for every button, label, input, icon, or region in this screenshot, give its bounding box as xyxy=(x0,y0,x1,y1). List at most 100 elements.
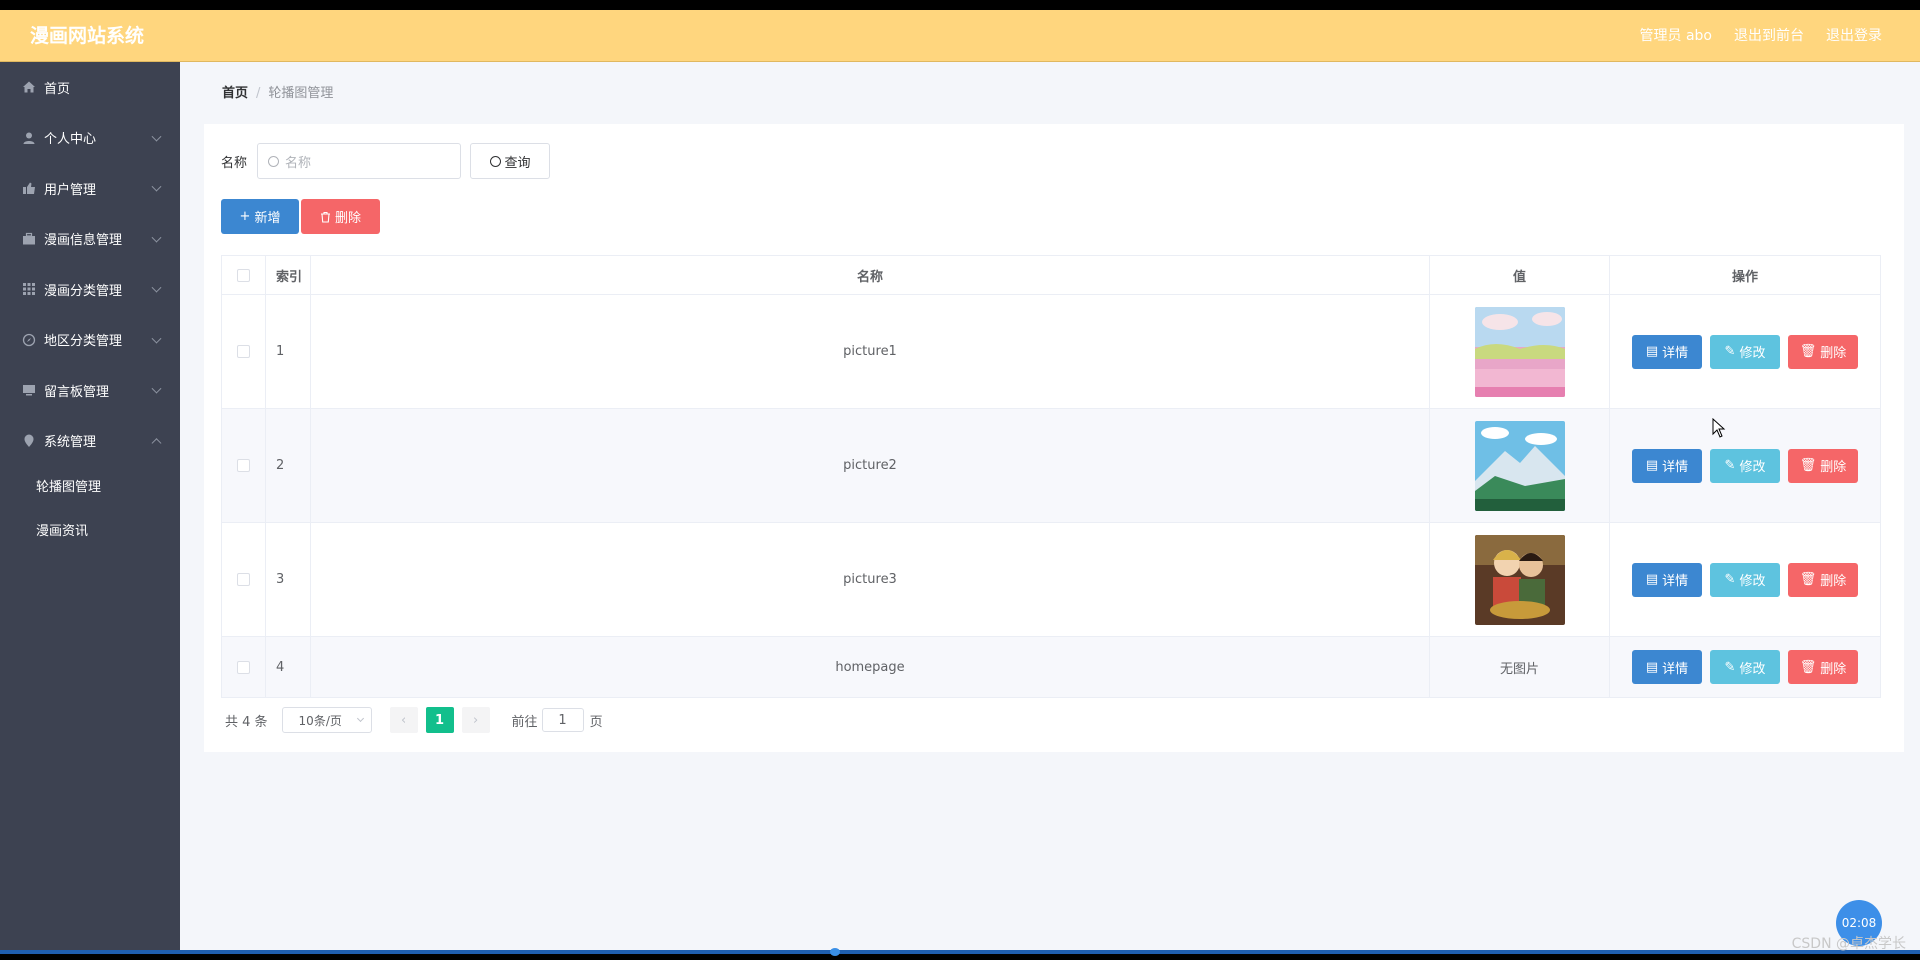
delete-button[interactable]: 🗑 删除 xyxy=(1788,650,1858,684)
row-value-cell xyxy=(1430,409,1610,522)
row-checkbox[interactable] xyxy=(237,660,250,674)
sidebar-item-profile[interactable]: 个人中心 xyxy=(0,113,180,164)
sidebar-item-label: 漫画分类管理 xyxy=(44,283,123,299)
carousel-thumbnail-image xyxy=(1474,420,1565,511)
detail-button[interactable]: ▤ 详情 xyxy=(1632,562,1702,597)
trash-icon: 🗑 xyxy=(1799,344,1817,359)
row-name: picture3 xyxy=(311,523,1430,636)
delete-button[interactable]: 🗑 删除 xyxy=(1788,448,1858,483)
breadcrumb-separator: / xyxy=(256,86,261,101)
admin-label: 管理员 abo xyxy=(1639,28,1712,44)
action-bar: + 新增 删除 xyxy=(221,199,380,234)
grid-icon xyxy=(23,283,35,296)
add-button[interactable]: + 新增 xyxy=(221,199,299,234)
thumb-icon xyxy=(23,182,35,195)
main-content: 首页 / 轮播图管理 名称 名称 查询 + 新增 删除 索引 名称 值 操作 1… xyxy=(180,62,1920,950)
chevron-down-icon xyxy=(151,282,162,293)
delete-label: 删除 xyxy=(1820,460,1847,475)
search-form: 名称 名称 查询 xyxy=(221,143,551,179)
top-nav: 管理员 abo 退出到前台 退出登录 xyxy=(1640,10,1882,62)
table-row: 2 picture2 ▤ 详情 ✎ 修改 🗑 删除 xyxy=(221,409,1881,523)
edit-label: 修改 xyxy=(1739,346,1766,361)
search-label: 名称 xyxy=(221,155,248,171)
pencil-icon: ✎ xyxy=(1724,344,1736,359)
edit-label: 修改 xyxy=(1739,574,1766,589)
detail-label: 详情 xyxy=(1662,346,1689,361)
table-row: 4 homepage 无图片 ▤ 详情 ✎ 修改 🗑 删除 xyxy=(221,637,1881,698)
page-unit-label: 页 xyxy=(589,714,603,730)
detail-label: 详情 xyxy=(1662,661,1689,677)
sidebar-item-comic-category[interactable]: 漫画分类管理 xyxy=(0,264,180,315)
row-select-cell xyxy=(221,637,266,697)
table-row: 3 picture3 ▤ 详情 ✎ 修改 🗑 删除 xyxy=(221,523,1881,637)
sidebar-item-label: 系统管理 xyxy=(44,435,97,451)
batch-delete-label: 删除 xyxy=(334,211,361,226)
batch-delete-button[interactable]: 删除 xyxy=(301,199,380,234)
chevron-down-icon xyxy=(151,232,162,243)
sidebar-item-region-category[interactable]: 地区分类管理 xyxy=(0,315,180,366)
sidebar: 首页 个人中心 用户管理 漫画信息管理 漫画分类管理 地区分类管理 留言板管理 … xyxy=(0,62,180,950)
page-number-current[interactable]: 1 xyxy=(425,707,454,733)
row-ops: ▤ 详情 ✎ 修改 🗑 删除 xyxy=(1610,523,1881,636)
logout-link[interactable]: 退出登录 xyxy=(1826,10,1882,62)
briefcase-icon xyxy=(23,232,35,245)
page-size-select[interactable]: 10条/页 xyxy=(281,707,372,733)
detail-button[interactable]: ▤ 详情 xyxy=(1632,334,1702,369)
row-checkbox[interactable] xyxy=(237,459,250,472)
chevron-down-icon xyxy=(151,181,162,192)
breadcrumb-home[interactable]: 首页 xyxy=(222,86,248,101)
sidebar-item-label: 个人中心 xyxy=(44,132,97,148)
edit-label: 修改 xyxy=(1739,460,1766,475)
video-progress-bar[interactable] xyxy=(0,950,1920,954)
row-value-cell xyxy=(1430,523,1610,636)
sidebar-item-comic-info[interactable]: 漫画信息管理 xyxy=(0,214,180,265)
detail-button[interactable]: ▤ 详情 xyxy=(1632,650,1702,684)
page-size-value: 10条/页 xyxy=(298,713,342,728)
sidebar-item-home[interactable]: 首页 xyxy=(0,62,180,113)
document-icon: ▤ xyxy=(1645,344,1659,359)
sidebar-item-users[interactable]: 用户管理 xyxy=(0,163,180,214)
progress-handle[interactable] xyxy=(830,948,840,956)
trash-icon: 🗑 xyxy=(1799,458,1817,473)
row-select-cell xyxy=(221,409,266,522)
location-icon xyxy=(24,434,34,447)
carousel-thumbnail-image xyxy=(1474,306,1565,397)
sidebar-subitem-comic-news[interactable]: 漫画资讯 xyxy=(0,510,180,554)
row-value-cell xyxy=(1430,295,1610,408)
detail-label: 详情 xyxy=(1662,460,1689,475)
sidebar-subitem-carousel[interactable]: 轮播图管理 xyxy=(0,466,180,510)
prev-page-button[interactable]: ‹ xyxy=(389,707,418,733)
goto-label: 前往 xyxy=(511,714,538,730)
row-checkbox[interactable] xyxy=(237,345,250,358)
edit-button[interactable]: ✎ 修改 xyxy=(1710,448,1780,483)
row-checkbox[interactable] xyxy=(237,573,250,586)
content-card: 名称 名称 查询 + 新增 删除 索引 名称 值 操作 1 picture1 ▤… xyxy=(204,124,1904,752)
row-value-no-image: 无图片 xyxy=(1430,637,1610,697)
edit-button[interactable]: ✎ 修改 xyxy=(1710,334,1780,369)
trash-icon: 🗑 xyxy=(1799,572,1817,587)
carousel-table: 索引 名称 值 操作 1 picture1 ▤ 详情 ✎ 修改 🗑 删除 2 p… xyxy=(221,255,1881,698)
query-button[interactable]: 查询 xyxy=(470,143,551,179)
edit-button[interactable]: ✎ 修改 xyxy=(1710,562,1780,597)
sidebar-item-message-board[interactable]: 留言板管理 xyxy=(0,365,180,416)
back-to-front-link[interactable]: 退出到前台 xyxy=(1734,10,1804,62)
delete-label: 删除 xyxy=(1820,574,1847,589)
sidebar-item-label: 首页 xyxy=(44,81,71,97)
next-page-button[interactable]: › xyxy=(461,707,490,733)
detail-button[interactable]: ▤ 详情 xyxy=(1632,448,1702,483)
user-icon xyxy=(23,132,35,144)
detail-label: 详情 xyxy=(1662,574,1689,589)
delete-button[interactable]: 🗑 删除 xyxy=(1788,562,1858,597)
pagination-total: 共 4 条 xyxy=(225,714,268,730)
breadcrumb-current: 轮播图管理 xyxy=(268,86,334,101)
pencil-icon: ✎ xyxy=(1724,659,1736,675)
delete-label: 删除 xyxy=(1820,346,1847,361)
sidebar-item-system[interactable]: 系统管理 xyxy=(0,416,180,467)
mouse-cursor-icon xyxy=(1712,418,1726,438)
select-all-checkbox[interactable] xyxy=(237,268,250,282)
search-input[interactable]: 名称 xyxy=(257,143,462,179)
goto-page-input[interactable]: 1 xyxy=(541,708,584,732)
delete-button[interactable]: 🗑 删除 xyxy=(1788,334,1858,369)
edit-button[interactable]: ✎ 修改 xyxy=(1710,650,1780,684)
chevron-right-icon: › xyxy=(472,712,479,728)
